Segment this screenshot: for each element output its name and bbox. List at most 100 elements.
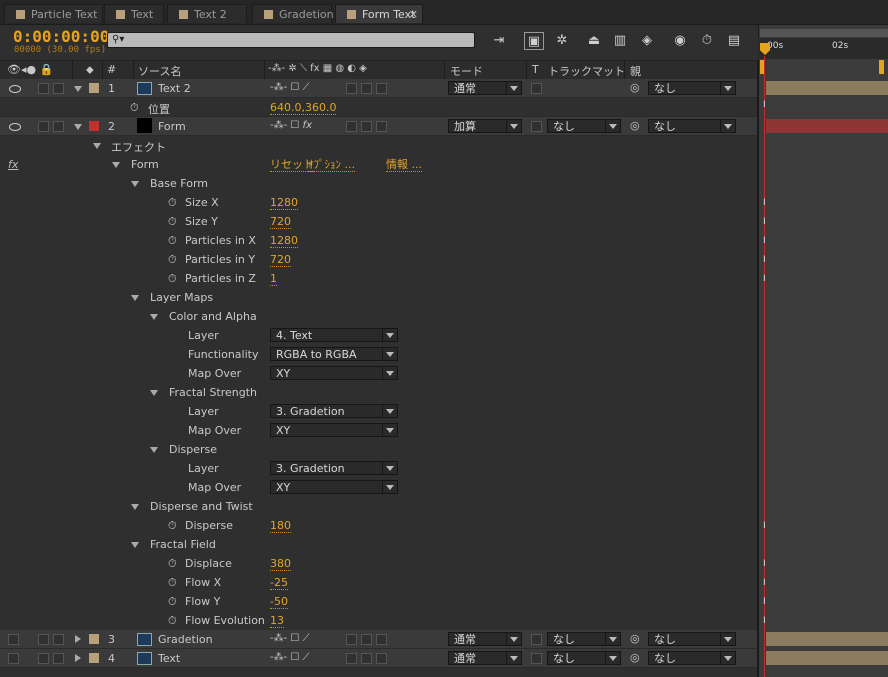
- switches[interactable]: -⁂- ☐ ⟋: [270, 633, 310, 644]
- stopwatch-icon[interactable]: ⏱: [168, 234, 177, 248]
- tab-particle-text[interactable]: Particle Text: [4, 4, 103, 23]
- parent-select[interactable]: なし: [648, 632, 736, 646]
- value-size-x[interactable]: 1280: [270, 197, 298, 210]
- preserve-transparency[interactable]: [531, 83, 542, 94]
- lock-switch[interactable]: [53, 653, 64, 664]
- header-mode[interactable]: モード: [450, 63, 483, 79]
- pickwhip-icon[interactable]: ◎: [630, 81, 640, 94]
- switches[interactable]: -⁂- ☐ ⟋: [270, 82, 310, 93]
- switch[interactable]: [376, 653, 387, 664]
- chevron-down-icon[interactable]: [150, 447, 158, 453]
- solo-switch[interactable]: [38, 653, 49, 664]
- draft-3d-icon[interactable]: ▣: [524, 32, 544, 50]
- mode-select[interactable]: 加算: [448, 119, 522, 133]
- d-layer-select[interactable]: 3. Gradetion: [270, 461, 398, 475]
- close-icon[interactable]: ✕: [409, 5, 418, 24]
- effects-group[interactable]: エフェクト: [111, 139, 166, 155]
- switch[interactable]: [346, 121, 357, 132]
- work-area-end[interactable]: [879, 60, 884, 74]
- layer-name[interactable]: Form: [158, 120, 186, 133]
- position-value[interactable]: 640.0,360.0: [270, 102, 337, 115]
- auto-keyframe-icon[interactable]: ◉: [670, 32, 690, 50]
- switch[interactable]: [346, 653, 357, 664]
- value-flow-y[interactable]: -50: [270, 596, 288, 609]
- motion-blur-icon[interactable]: ▥: [610, 32, 630, 50]
- group-base-form[interactable]: Base Form: [150, 177, 208, 190]
- layer-bar-gradetion[interactable]: [766, 632, 888, 646]
- stopwatch-icon[interactable]: ⏱: [130, 101, 139, 115]
- keyframe-marker[interactable]: I: [763, 578, 769, 588]
- tab-text-2[interactable]: Text 2: [167, 4, 247, 23]
- stopwatch-icon[interactable]: ⏱: [168, 196, 177, 210]
- parent-select[interactable]: なし: [648, 81, 736, 95]
- preserve-transparency[interactable]: [531, 634, 542, 645]
- pickwhip-icon[interactable]: ◎: [630, 632, 640, 645]
- group-layer-maps[interactable]: Layer Maps: [150, 291, 213, 304]
- tab-text[interactable]: Text: [104, 4, 164, 23]
- switch[interactable]: [376, 121, 387, 132]
- stopwatch-icon[interactable]: ⏱: [168, 557, 177, 571]
- chevron-down-icon[interactable]: [131, 181, 139, 187]
- stopwatch-icon[interactable]: ⏱: [168, 215, 177, 229]
- visibility-switch[interactable]: [8, 634, 19, 645]
- keyframe-marker[interactable]: I: [763, 100, 769, 110]
- value-particles-z[interactable]: 1: [270, 273, 277, 286]
- value-size-y[interactable]: 720: [270, 216, 291, 229]
- hide-shy-icon[interactable]: ✲: [552, 32, 572, 50]
- lock-switch[interactable]: [53, 634, 64, 645]
- switches-icon[interactable]: -⁂- ✲ ⟍ fx ▦ ◍ ◐ ◈: [268, 63, 367, 74]
- group-color-alpha[interactable]: Color and Alpha: [169, 310, 257, 323]
- parent-select[interactable]: なし: [648, 119, 736, 133]
- options-link[interactable]: ｵﾌﾟｼｮﾝ ...: [308, 159, 355, 172]
- stopwatch-icon[interactable]: ⏱: [168, 576, 177, 590]
- keyframe-marker[interactable]: I: [763, 274, 769, 284]
- chevron-down-icon[interactable]: [150, 314, 158, 320]
- layer-name[interactable]: Text 2: [158, 82, 191, 95]
- keyframe-marker[interactable]: I: [763, 597, 769, 607]
- switch[interactable]: [361, 83, 372, 94]
- keyframe-marker[interactable]: I: [763, 521, 769, 531]
- layer-bar-text-2[interactable]: [766, 81, 888, 95]
- value-particles-y[interactable]: 720: [270, 254, 291, 267]
- ca-functionality-select[interactable]: RGBA to RGBA: [270, 347, 398, 361]
- brainstorm-icon[interactable]: ◈: [637, 32, 657, 50]
- layer-bar-text[interactable]: [766, 651, 888, 665]
- parent-select[interactable]: なし: [648, 651, 736, 665]
- mode-select[interactable]: 通常: [448, 81, 522, 95]
- av-features-icon[interactable]: 👁◂● 🔒: [7, 63, 53, 76]
- switch[interactable]: [361, 653, 372, 664]
- keyframe-marker[interactable]: I: [763, 255, 769, 265]
- group-disperse-twist[interactable]: Disperse and Twist: [150, 500, 253, 513]
- fx-icon[interactable]: fx: [8, 158, 18, 171]
- chevron-down-icon[interactable]: [131, 504, 139, 510]
- stopwatch-icon[interactable]: ⏱: [168, 519, 177, 533]
- time-navigator[interactable]: [760, 29, 888, 37]
- switch[interactable]: [376, 634, 387, 645]
- solo-switch[interactable]: [38, 83, 49, 94]
- switch[interactable]: [361, 121, 372, 132]
- switches[interactable]: -⁂- ☐ fx: [270, 120, 312, 131]
- solo-switch[interactable]: [38, 121, 49, 132]
- frame-blending-icon[interactable]: ⏏: [584, 32, 604, 50]
- chevron-down-icon[interactable]: [74, 124, 82, 130]
- stopwatch-icon[interactable]: ⏱: [168, 595, 177, 609]
- chevron-right-icon[interactable]: [75, 654, 81, 662]
- fs-layer-select[interactable]: 3. Gradetion: [270, 404, 398, 418]
- header-parent[interactable]: 親: [630, 63, 641, 79]
- mode-select[interactable]: 通常: [448, 632, 522, 646]
- switch[interactable]: [346, 83, 357, 94]
- value-disperse[interactable]: 180: [270, 520, 291, 533]
- layer-name[interactable]: Text: [158, 652, 180, 665]
- header-source-name[interactable]: ソース名: [138, 63, 181, 79]
- chart-icon[interactable]: ▤: [724, 32, 744, 50]
- fs-mapover-select[interactable]: XY: [270, 423, 398, 437]
- d-mapover-select[interactable]: XY: [270, 480, 398, 494]
- comp-mini-flowchart-icon[interactable]: ⇥: [489, 32, 509, 50]
- search-input[interactable]: ⚲▾: [107, 32, 475, 48]
- group-fractal-strength[interactable]: Fractal Strength: [169, 386, 257, 399]
- value-flow-evolution[interactable]: 13: [270, 615, 284, 628]
- group-fractal-field[interactable]: Fractal Field: [150, 538, 216, 551]
- chevron-down-icon[interactable]: [112, 162, 120, 168]
- preserve-transparency[interactable]: [531, 121, 542, 132]
- tab-gradetion[interactable]: Gradetion: [252, 4, 334, 23]
